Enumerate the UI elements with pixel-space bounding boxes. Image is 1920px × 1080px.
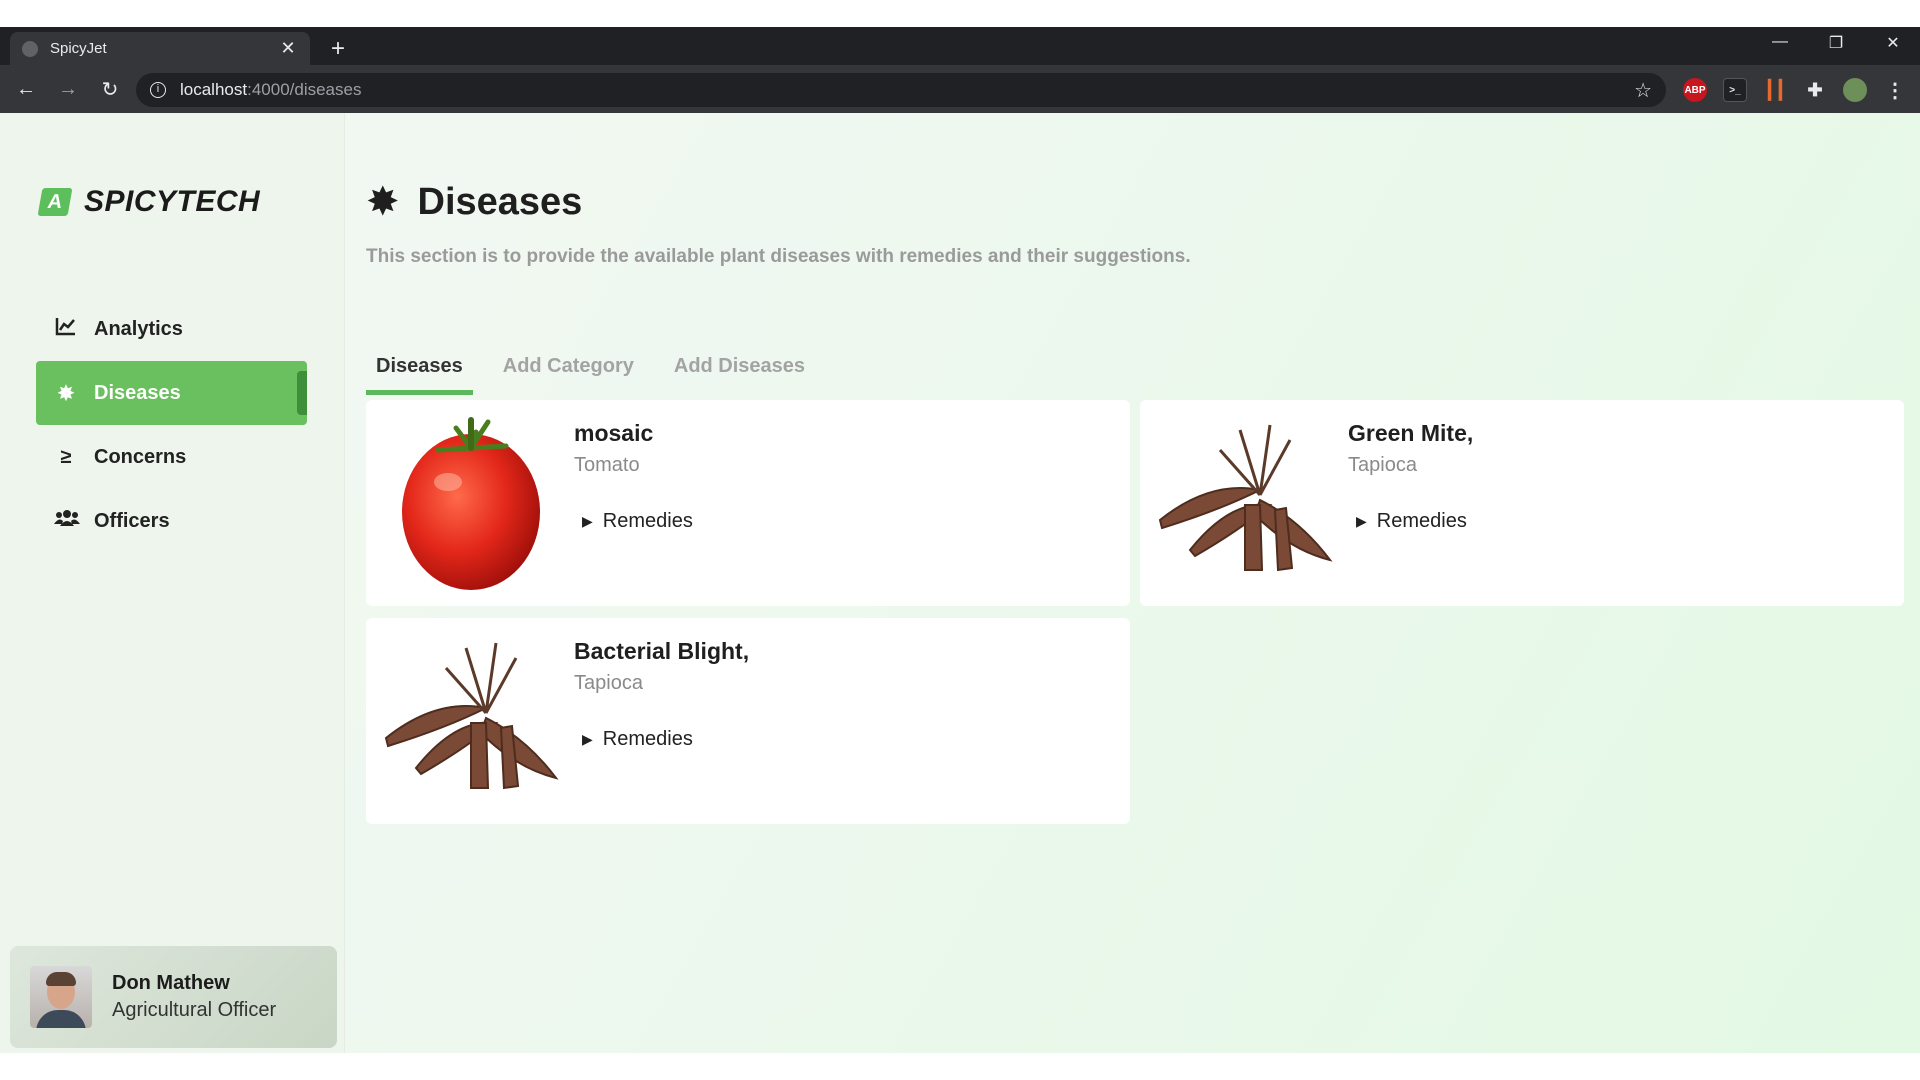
tab-diseases[interactable]: Diseases — [366, 345, 473, 395]
triangle-right-icon: ▶ — [582, 513, 593, 529]
remedies-toggle[interactable]: ▶ Remedies — [582, 510, 693, 533]
sidebar-item-analytics[interactable]: Analytics — [36, 297, 307, 361]
tab-add-category[interactable]: Add Category — [493, 345, 644, 395]
remedies-label: Remedies — [602, 728, 693, 750]
greater-equal-icon: ≥ — [60, 445, 72, 468]
avatar — [30, 966, 92, 1028]
virus-icon: ✸ — [57, 382, 75, 405]
tapioca-image — [1158, 424, 1333, 572]
sidebar-item-label: Concerns — [94, 445, 187, 468]
browser-tab-title: SpicyJet — [50, 40, 107, 57]
crop-name: Tomato — [574, 454, 640, 476]
chart-line-icon — [54, 316, 78, 342]
brand-logo[interactable]: A SPICYTECH — [37, 185, 261, 219]
disease-name: Green Mite, — [1348, 420, 1474, 446]
sidebar-item-diseases[interactable]: ✸ Diseases — [36, 361, 307, 425]
virus-icon: ✸ — [366, 180, 400, 224]
triangle-right-icon: ▶ — [582, 731, 593, 747]
close-window-icon[interactable]: ✕ — [1878, 33, 1908, 53]
browser-toolbar: ← → ↻ i localhost:4000/diseases ☆ ABP >_… — [0, 65, 1920, 113]
browser-chrome: SpicyJet ✕ + — ❐ ✕ ← → ↻ i localhost:400… — [0, 27, 1920, 113]
reload-icon[interactable]: ↻ — [96, 77, 124, 102]
main-content: ✸ Diseases This section is to provide th… — [366, 113, 1906, 1053]
adblock-extension-icon[interactable]: ABP — [1683, 78, 1707, 102]
new-tab-button[interactable]: + — [326, 35, 350, 63]
app-root: A SPICYTECH Analytics ✸ Diseases ≥ Conce… — [0, 113, 1920, 1053]
logo-mark-icon: A — [37, 188, 73, 216]
menu-dots-icon[interactable]: ⋮ — [1883, 78, 1907, 102]
user-profile-card[interactable]: Don Mathew Agricultural Officer — [10, 946, 337, 1048]
url-path: :4000/diseases — [247, 80, 362, 99]
bars-extension-icon[interactable]: ┃┃ — [1763, 78, 1787, 102]
page-subtitle: This section is to provide the available… — [366, 246, 1191, 267]
address-bar[interactable]: i localhost:4000/diseases ☆ — [136, 73, 1666, 107]
remedies-label: Remedies — [602, 510, 693, 532]
profile-name: Don Mathew — [112, 972, 230, 994]
sidebar-item-officers[interactable]: Officers — [36, 489, 307, 553]
console-extension-icon[interactable]: >_ — [1723, 78, 1747, 102]
disease-card: Bacterial Blight, Tapioca ▶ Remedies — [366, 618, 1130, 824]
crop-name: Tapioca — [574, 672, 643, 694]
triangle-right-icon: ▶ — [1356, 513, 1367, 529]
forward-icon[interactable]: → — [54, 78, 82, 101]
disease-name: mosaic — [574, 420, 654, 446]
adblock-label: ABP — [1684, 84, 1706, 96]
tomato-image — [402, 417, 540, 590]
browser-tab[interactable]: SpicyJet ✕ — [10, 32, 310, 65]
sidebar-item-label: Officers — [94, 509, 170, 532]
profile-avatar-icon[interactable] — [1843, 78, 1867, 102]
profile-role: Agricultural Officer — [112, 999, 277, 1021]
disease-name: Bacterial Blight, — [574, 638, 750, 664]
brand-name: SPICYTECH — [84, 185, 261, 218]
extensions-puzzle-icon[interactable]: ✚ — [1803, 78, 1827, 102]
remedies-label: Remedies — [1376, 510, 1467, 532]
sidebar: A SPICYTECH Analytics ✸ Diseases ≥ Conce… — [0, 113, 345, 1053]
globe-icon — [22, 40, 38, 57]
restore-icon[interactable]: ❐ — [1821, 33, 1851, 53]
crop-name: Tapioca — [1348, 454, 1417, 476]
bookmark-star-icon[interactable]: ☆ — [1634, 78, 1652, 103]
remedies-toggle[interactable]: ▶ Remedies — [1356, 510, 1467, 533]
sidebar-item-concerns[interactable]: ≥ Concerns — [36, 425, 307, 489]
disease-card: Green Mite, Tapioca ▶ Remedies — [1140, 400, 1904, 606]
back-icon[interactable]: ← — [12, 78, 40, 101]
sidebar-item-label: Analytics — [94, 317, 183, 340]
tab-strip: SpicyJet ✕ + — ❐ ✕ — [0, 27, 1920, 65]
console-label: >_ — [1729, 84, 1741, 96]
users-icon — [54, 509, 80, 533]
content-tabs: Diseases Add Category Add Diseases — [366, 345, 835, 395]
disease-card: mosaic Tomato ▶ Remedies — [366, 400, 1130, 606]
sidebar-item-label: Diseases — [94, 381, 181, 404]
tapioca-image — [384, 642, 559, 790]
info-icon[interactable]: i — [150, 82, 166, 98]
close-tab-icon[interactable]: ✕ — [278, 38, 298, 59]
remedies-toggle[interactable]: ▶ Remedies — [582, 728, 693, 751]
page-title: Diseases — [417, 180, 583, 223]
tab-add-diseases[interactable]: Add Diseases — [664, 345, 815, 395]
minimize-icon[interactable]: — — [1765, 33, 1795, 51]
url-host: localhost — [180, 80, 248, 99]
page-header: ✸ Diseases — [366, 179, 582, 225]
